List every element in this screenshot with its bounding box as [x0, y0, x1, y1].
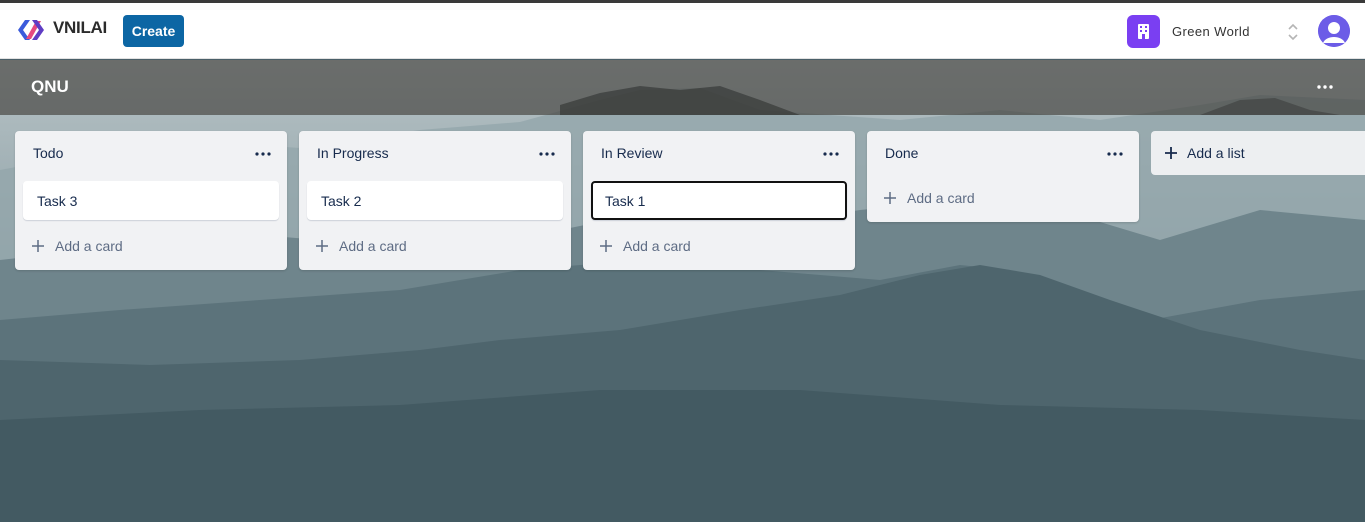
add-card-button[interactable]: Add a card: [883, 187, 1043, 211]
add-card-label: Add a card: [55, 238, 123, 254]
add-card-label: Add a card: [339, 238, 407, 254]
list-done: Done Add a card: [867, 131, 1139, 222]
list-todo: Todo Task 3 Add a card: [15, 131, 287, 270]
building-icon: [1127, 15, 1160, 48]
plus-icon: [32, 240, 44, 252]
card-title: Task 2: [321, 193, 362, 209]
plus-icon: [316, 240, 328, 252]
add-card-label: Add a card: [623, 238, 691, 254]
ellipsis-icon[interactable]: [1105, 145, 1125, 163]
mountain-background-image: [0, 60, 1365, 522]
list-title[interactable]: In Progress: [317, 145, 389, 161]
list-title[interactable]: Done: [885, 145, 918, 161]
card-title: Task 1: [605, 193, 646, 209]
workspace-switcher[interactable]: Green World: [1127, 15, 1305, 48]
list-in-progress: In Progress Task 2 Add a card: [299, 131, 571, 270]
board-header: QNU: [0, 60, 1365, 115]
board-title[interactable]: QNU: [31, 77, 69, 97]
ellipsis-icon[interactable]: [821, 145, 841, 163]
add-card-button[interactable]: Add a card: [599, 235, 759, 259]
list-title[interactable]: Todo: [33, 145, 63, 161]
brand-name[interactable]: VNILAI: [53, 18, 107, 38]
card-task-3[interactable]: Task 3: [23, 181, 279, 220]
workspace-name: Green World: [1172, 24, 1250, 39]
plus-icon: [884, 192, 896, 204]
add-card-label: Add a card: [907, 190, 975, 206]
list-title[interactable]: In Review: [601, 145, 662, 161]
chevron-up-down-icon: [1288, 23, 1298, 41]
plus-icon: [1165, 147, 1177, 159]
ellipsis-icon[interactable]: [253, 145, 273, 163]
ellipsis-icon[interactable]: [1314, 77, 1336, 97]
card-title: Task 3: [37, 193, 78, 209]
add-list-button[interactable]: Add a list: [1151, 131, 1365, 175]
add-card-button[interactable]: Add a card: [315, 235, 475, 259]
top-navbar: VNILAI Create Green World: [0, 3, 1365, 59]
add-list-label: Add a list: [1187, 145, 1245, 161]
plus-icon: [600, 240, 612, 252]
board-canvas: QNU Todo Task 3 Add a card In Progress T…: [0, 60, 1365, 522]
create-button[interactable]: Create: [123, 15, 184, 47]
card-task-2[interactable]: Task 2: [307, 181, 563, 220]
brand-logo-icon[interactable]: [16, 17, 46, 43]
list-in-review: In Review Task 1 Add a card: [583, 131, 855, 270]
user-avatar[interactable]: [1318, 15, 1350, 47]
add-card-button[interactable]: Add a card: [31, 235, 191, 259]
ellipsis-icon[interactable]: [537, 145, 557, 163]
card-task-1[interactable]: Task 1: [591, 181, 847, 220]
